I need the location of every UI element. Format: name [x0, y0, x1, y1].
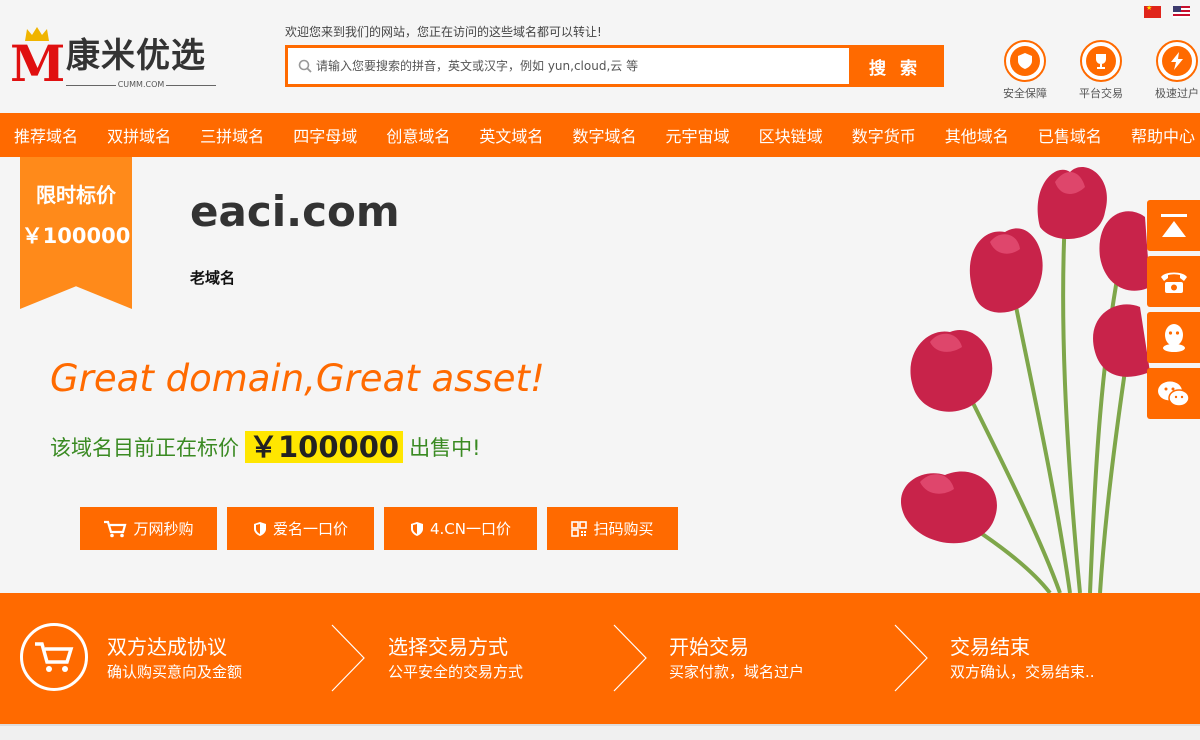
domain-hero: 限时标价 ￥100000 eaci.com 老域名 Great domain,G… [0, 157, 1200, 593]
arrow-up-icon [1160, 213, 1187, 237]
buy-aiming-button[interactable]: 爱名一口价 [227, 507, 374, 550]
step-title: 交易结束 [950, 635, 1030, 659]
nav-item-metaverse[interactable]: 元宇宙域 [666, 123, 730, 147]
search-input[interactable] [316, 48, 846, 84]
nav-item-help[interactable]: 帮助中心 [1131, 123, 1195, 147]
sale-price: ￥100000 [245, 431, 404, 463]
nav-item-other[interactable]: 其他域名 [945, 123, 1009, 147]
nav-item-recommended[interactable]: 推荐域名 [14, 123, 78, 147]
phone-button[interactable] [1147, 256, 1200, 307]
search-icon [298, 59, 312, 73]
step-subtitle: 双方确认，交易结束.. [950, 663, 1095, 681]
welcome-text: 欢迎您来到我们的网站，您正在访问的这些域名都可以转让! [285, 25, 602, 39]
step-subtitle: 买家付款，域名过户 [669, 663, 805, 681]
step-title: 双方达成协议 [107, 635, 227, 659]
nav-item-english[interactable]: 英文域名 [479, 123, 543, 147]
buy-button-label: 扫码购买 [593, 520, 654, 538]
ribbon-title: 限时标价 [36, 183, 116, 207]
trophy-icon [1086, 46, 1116, 76]
china-flag-icon[interactable] [1144, 4, 1161, 18]
buy-button-label: 万网秒购 [133, 520, 194, 538]
buy-wanwang-button[interactable]: 万网秒购 [80, 507, 217, 550]
chevron-right-icon [331, 624, 365, 692]
logo-domain: CUMM.COM [66, 80, 216, 90]
cart-icon [104, 520, 127, 537]
buy-qrcode-button[interactable]: 扫码购买 [547, 507, 678, 550]
nav-item-blockchain[interactable]: 区块链域 [759, 123, 823, 147]
badge-platform: 平台交易 [1071, 40, 1131, 101]
buy-button-label: 4.CN一口价 [429, 520, 511, 538]
wechat-button[interactable] [1147, 368, 1200, 419]
price-ribbon: 限时标价 ￥100000 [20, 157, 132, 309]
nav-item-numeric[interactable]: 数字域名 [572, 123, 636, 147]
site-header: M 康米优选 CUMM.COM 欢迎您来到我们的网站，您正在访问的这些域名都可以… [0, 0, 1200, 112]
site-logo[interactable]: M 康米优选 CUMM.COM [10, 27, 216, 94]
badge-label: 极速过户 [1155, 87, 1199, 100]
step-subtitle: 公平安全的交易方式 [388, 663, 524, 681]
logo-name: 康米优选 [66, 36, 206, 76]
wechat-icon [1157, 381, 1190, 407]
nav-item-double-pinyin[interactable]: 双拼域名 [107, 123, 171, 147]
slogan: Great domain,Great asset! [50, 357, 545, 400]
sale-suffix: 出售中! [409, 436, 481, 460]
purchase-options: 万网秒购 爱名一口价 4.CN一口价 扫码购买 [80, 507, 678, 550]
nav-item-creative[interactable]: 创意域名 [386, 123, 450, 147]
nav-item-triple-pinyin[interactable]: 三拼域名 [200, 123, 264, 147]
shield-icon [253, 521, 266, 536]
qq-button[interactable] [1147, 312, 1200, 363]
step-title: 开始交易 [669, 635, 749, 659]
chevron-right-icon [894, 624, 928, 692]
qq-icon [1162, 323, 1185, 352]
shield-icon [410, 521, 423, 536]
lightning-icon [1162, 46, 1192, 76]
sale-prefix: 该域名目前正在标价 [50, 436, 239, 460]
us-flag-icon[interactable] [1173, 6, 1190, 18]
search-bar: 搜 索 [285, 45, 944, 87]
nav-item-sold[interactable]: 已售域名 [1038, 123, 1102, 147]
trust-badges: 安全保障 平台交易 极速过户 [995, 40, 1200, 100]
tulip-image [900, 166, 1150, 593]
footer-divider [0, 724, 1200, 740]
nav-item-four-letter[interactable]: 四字母域 [293, 123, 357, 147]
phone-icon [1160, 272, 1187, 293]
search-button[interactable]: 搜 索 [849, 48, 941, 84]
chevron-right-icon [613, 624, 647, 692]
badge-security: 安全保障 [995, 40, 1055, 101]
badge-speed: 极速过户 [1147, 40, 1200, 101]
nav-item-crypto[interactable]: 数字货币 [852, 123, 916, 147]
trade-process: 双方达成协议 确认购买意向及金额 选择交易方式 公平安全的交易方式 开始交易 买… [0, 593, 1200, 724]
badge-label: 安全保障 [1003, 87, 1047, 100]
sale-info: 该域名目前正在标价 ￥100000 出售中! [50, 431, 481, 463]
buy-button-label: 爱名一口价 [272, 520, 348, 538]
domain-description: 老域名 [190, 269, 236, 287]
buy-4cn-button[interactable]: 4.CN一口价 [384, 507, 537, 550]
logo-mark: M [10, 34, 66, 93]
qrcode-icon [571, 520, 588, 537]
cart-icon [20, 623, 88, 691]
back-to-top-button[interactable] [1147, 200, 1200, 251]
language-switch [1144, 4, 1190, 18]
side-toolbar [1147, 200, 1200, 424]
step-subtitle: 确认购买意向及金额 [107, 663, 243, 681]
step-title: 选择交易方式 [388, 635, 508, 659]
domain-name: eaci.com [190, 187, 400, 236]
ribbon-price: ￥100000 [21, 224, 131, 248]
badge-label: 平台交易 [1079, 87, 1123, 100]
main-nav: 推荐域名 双拼域名 三拼域名 四字母域 创意域名 英文域名 数字域名 元宇宙域 … [0, 113, 1200, 157]
shield-icon [1010, 46, 1040, 76]
